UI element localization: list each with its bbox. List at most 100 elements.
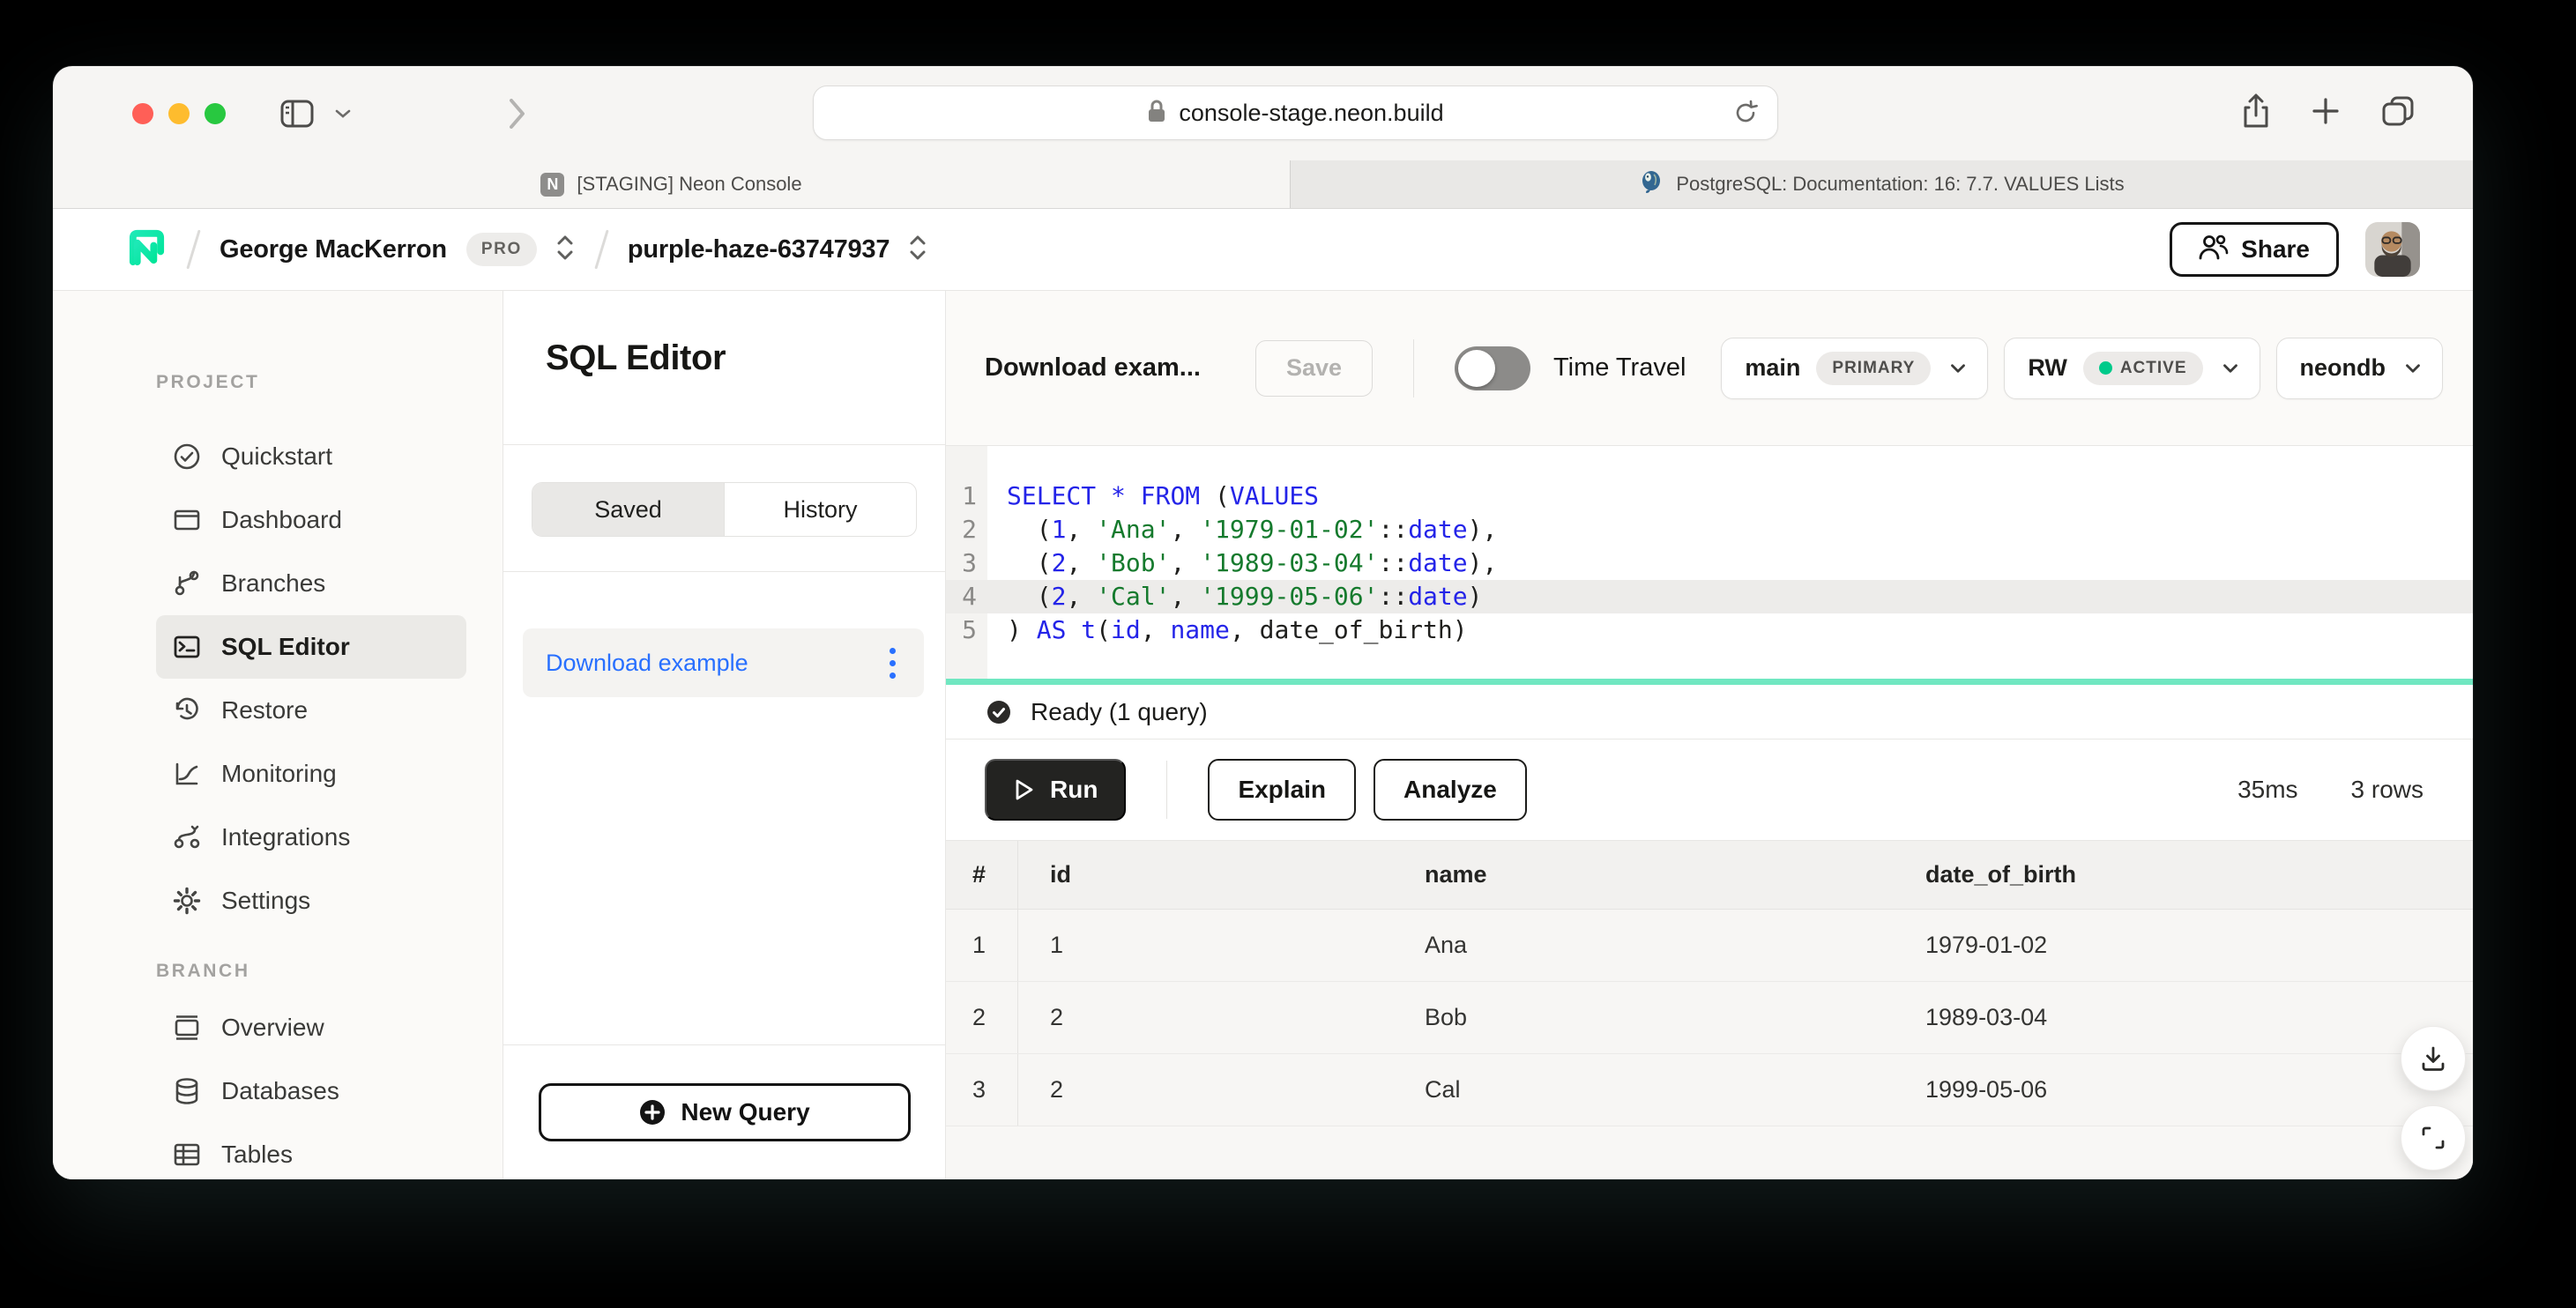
- breadcrumb-project[interactable]: purple-haze-63747937: [628, 235, 890, 264]
- sidebar-item-branches[interactable]: Branches: [156, 552, 466, 615]
- code-line[interactable]: 1SELECT * FROM (VALUES: [946, 479, 2473, 513]
- line-number: 3: [946, 546, 987, 580]
- forward-button[interactable]: [508, 98, 527, 130]
- sidebar-section-branch: BRANCH: [156, 961, 503, 982]
- share-page-icon[interactable]: [2242, 93, 2270, 133]
- sidebar-item-monitoring[interactable]: Monitoring: [156, 742, 466, 806]
- run-button[interactable]: Run: [985, 759, 1126, 821]
- line-number: 2: [946, 513, 987, 546]
- tab-history[interactable]: History: [724, 483, 916, 536]
- row-number-cell: 3: [946, 1054, 1018, 1126]
- saved-query-item[interactable]: Download example: [523, 628, 924, 697]
- results-header-row: # id name date_of_birth: [946, 841, 2473, 910]
- sidebar-item-label: Overview: [221, 1014, 324, 1042]
- zoom-window-button[interactable]: [205, 103, 226, 124]
- browser-window: console-stage.neon.build N [STAGING] Neo…: [53, 66, 2473, 1179]
- neon-favicon: N: [540, 173, 564, 197]
- neon-logo[interactable]: [126, 227, 168, 272]
- tab-saved[interactable]: Saved: [532, 483, 724, 536]
- sidebar-item-label: Integrations: [221, 823, 350, 851]
- sidebar-item-label: Settings: [221, 887, 310, 915]
- code-line[interactable]: 5) AS t(id, name, date_of_birth): [946, 613, 2473, 647]
- sidebar-item-databases[interactable]: Databases: [156, 1059, 466, 1123]
- sidebar-item-dashboard[interactable]: Dashboard: [156, 488, 466, 552]
- sidebar-item-quickstart[interactable]: Quickstart: [156, 425, 466, 488]
- divider: [1413, 339, 1414, 398]
- restore-clock-icon: [172, 695, 202, 725]
- code-line[interactable]: 3 (2, 'Bob', '1989-03-04'::date),: [946, 546, 2473, 580]
- code-line[interactable]: 2 (1, 'Ana', '1979-01-02'::date),: [946, 513, 2473, 546]
- project-switcher-icon[interactable]: [907, 232, 928, 268]
- sidebar-section-project: PROJECT: [156, 291, 503, 393]
- postgresql-favicon: [1639, 169, 1664, 199]
- sql-code-editor[interactable]: 1SELECT * FROM (VALUES2 (1, 'Ana', '1979…: [946, 445, 2473, 679]
- saved-query-list: Download example: [503, 572, 945, 1044]
- new-query-button[interactable]: New Query: [539, 1083, 911, 1141]
- address-bar[interactable]: console-stage.neon.build: [813, 85, 1778, 140]
- sidebar-item-integrations[interactable]: Integrations: [156, 806, 466, 869]
- explain-button[interactable]: Explain: [1208, 759, 1356, 821]
- account-switcher-icon[interactable]: [555, 232, 576, 268]
- download-icon: [2418, 1044, 2448, 1074]
- table-icon: [172, 1140, 202, 1170]
- breadcrumb-account[interactable]: George MacKerron: [220, 235, 447, 264]
- status-dot: [2099, 361, 2112, 375]
- query-title: Download exam...: [985, 353, 1201, 383]
- close-window-button[interactable]: [132, 103, 153, 124]
- new-tab-icon[interactable]: [2311, 96, 2341, 130]
- code-line[interactable]: 4 (2, 'Cal', '1999-05-06'::date): [946, 580, 2473, 613]
- sidebar-chevron-icon[interactable]: [335, 108, 351, 119]
- chevron-down-icon: [2401, 357, 2424, 380]
- line-number: 5: [946, 613, 987, 647]
- share-button[interactable]: Share: [2170, 222, 2339, 277]
- table-row[interactable]: 1 1 Ana 1979-01-02: [946, 910, 2473, 982]
- expand-results-button[interactable]: [2401, 1105, 2466, 1171]
- saved-query-link[interactable]: Download example: [546, 650, 748, 677]
- tab-postgresql-docs[interactable]: PostgreSQL: Documentation: 16: 7.7. VALU…: [1290, 160, 2473, 208]
- branch-dropdown[interactable]: main PRIMARY: [1721, 338, 1988, 399]
- status-bar: Ready (1 query): [946, 685, 2473, 739]
- sidebar-item-overview[interactable]: Overview: [156, 996, 466, 1059]
- sidebar-item-label: Databases: [221, 1077, 339, 1105]
- sidebar-item-label: Monitoring: [221, 760, 337, 788]
- back-button[interactable]: [420, 98, 439, 130]
- primary-badge: PRIMARY: [1816, 352, 1931, 385]
- sidebar-toggle-icon[interactable]: [280, 100, 314, 128]
- analyze-button[interactable]: Analyze: [1374, 759, 1527, 821]
- sidebar-item-label: Quickstart: [221, 442, 332, 471]
- kebab-menu-icon[interactable]: [884, 643, 901, 684]
- sidebar-item-label: SQL Editor: [221, 633, 350, 661]
- code-text: (1, 'Ana', '1979-01-02'::date),: [1007, 513, 1497, 546]
- gear-icon: [172, 886, 202, 916]
- time-travel-toggle[interactable]: [1455, 346, 1530, 390]
- database-dropdown[interactable]: neondb: [2276, 338, 2443, 399]
- sidebar-item-sql-editor[interactable]: SQL Editor: [156, 615, 466, 679]
- branch-icon: [172, 569, 202, 598]
- tab-neon-console[interactable]: N [STAGING] Neon Console: [53, 160, 1290, 208]
- editor-resize-divider[interactable]: [946, 679, 2473, 685]
- avatar[interactable]: [2365, 222, 2420, 277]
- date-cell: 1999-05-06: [1894, 1054, 2473, 1126]
- date-cell: 1979-01-02: [1894, 910, 2473, 981]
- saved-history-tabs: Saved History: [532, 482, 917, 537]
- share-button-label: Share: [2241, 235, 2310, 264]
- sidebar-item-restore[interactable]: Restore: [156, 679, 466, 742]
- monitoring-chart-icon: [172, 759, 202, 789]
- table-row[interactable]: 2 2 Bob 1989-03-04: [946, 982, 2473, 1054]
- table-row[interactable]: 3 2 Cal 1999-05-06: [946, 1054, 2473, 1126]
- reload-icon[interactable]: [1731, 99, 1760, 131]
- pro-badge: PRO: [466, 233, 537, 266]
- sidebar-item-settings[interactable]: Settings: [156, 869, 466, 933]
- database-value: neondb: [2300, 354, 2386, 382]
- tab-overview-icon[interactable]: [2381, 95, 2415, 131]
- code-text: SELECT * FROM (VALUES: [1007, 479, 1319, 513]
- date-cell: 1989-03-04: [1894, 982, 2473, 1053]
- compute-dropdown[interactable]: RW ACTIVE: [2004, 338, 2260, 399]
- status-text: Ready (1 query): [1031, 698, 1208, 726]
- download-results-button[interactable]: [2401, 1026, 2466, 1091]
- page-title: SQL Editor: [546, 338, 945, 378]
- save-button[interactable]: Save: [1255, 340, 1373, 397]
- dashboard-icon: [172, 505, 202, 535]
- sidebar-item-tables[interactable]: Tables: [156, 1123, 466, 1179]
- minimize-window-button[interactable]: [168, 103, 190, 124]
